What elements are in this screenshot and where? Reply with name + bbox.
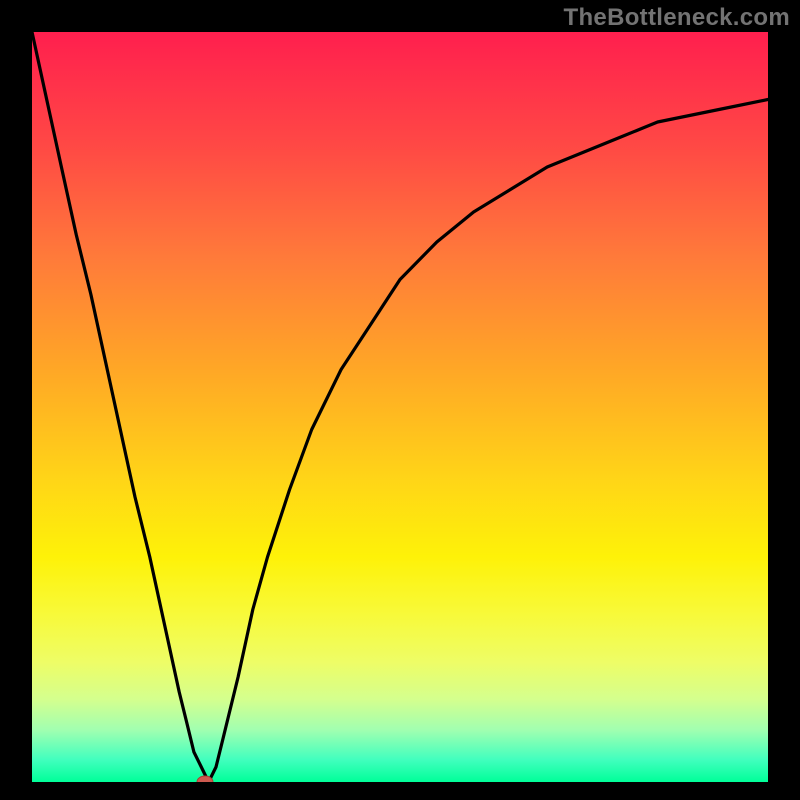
chart-curve bbox=[32, 32, 768, 782]
watermark-text: TheBottleneck.com bbox=[564, 4, 790, 32]
chart-frame: TheBottleneck.com bbox=[0, 0, 800, 800]
chart-plot-area bbox=[32, 32, 768, 782]
chart-curve-layer bbox=[32, 32, 768, 782]
